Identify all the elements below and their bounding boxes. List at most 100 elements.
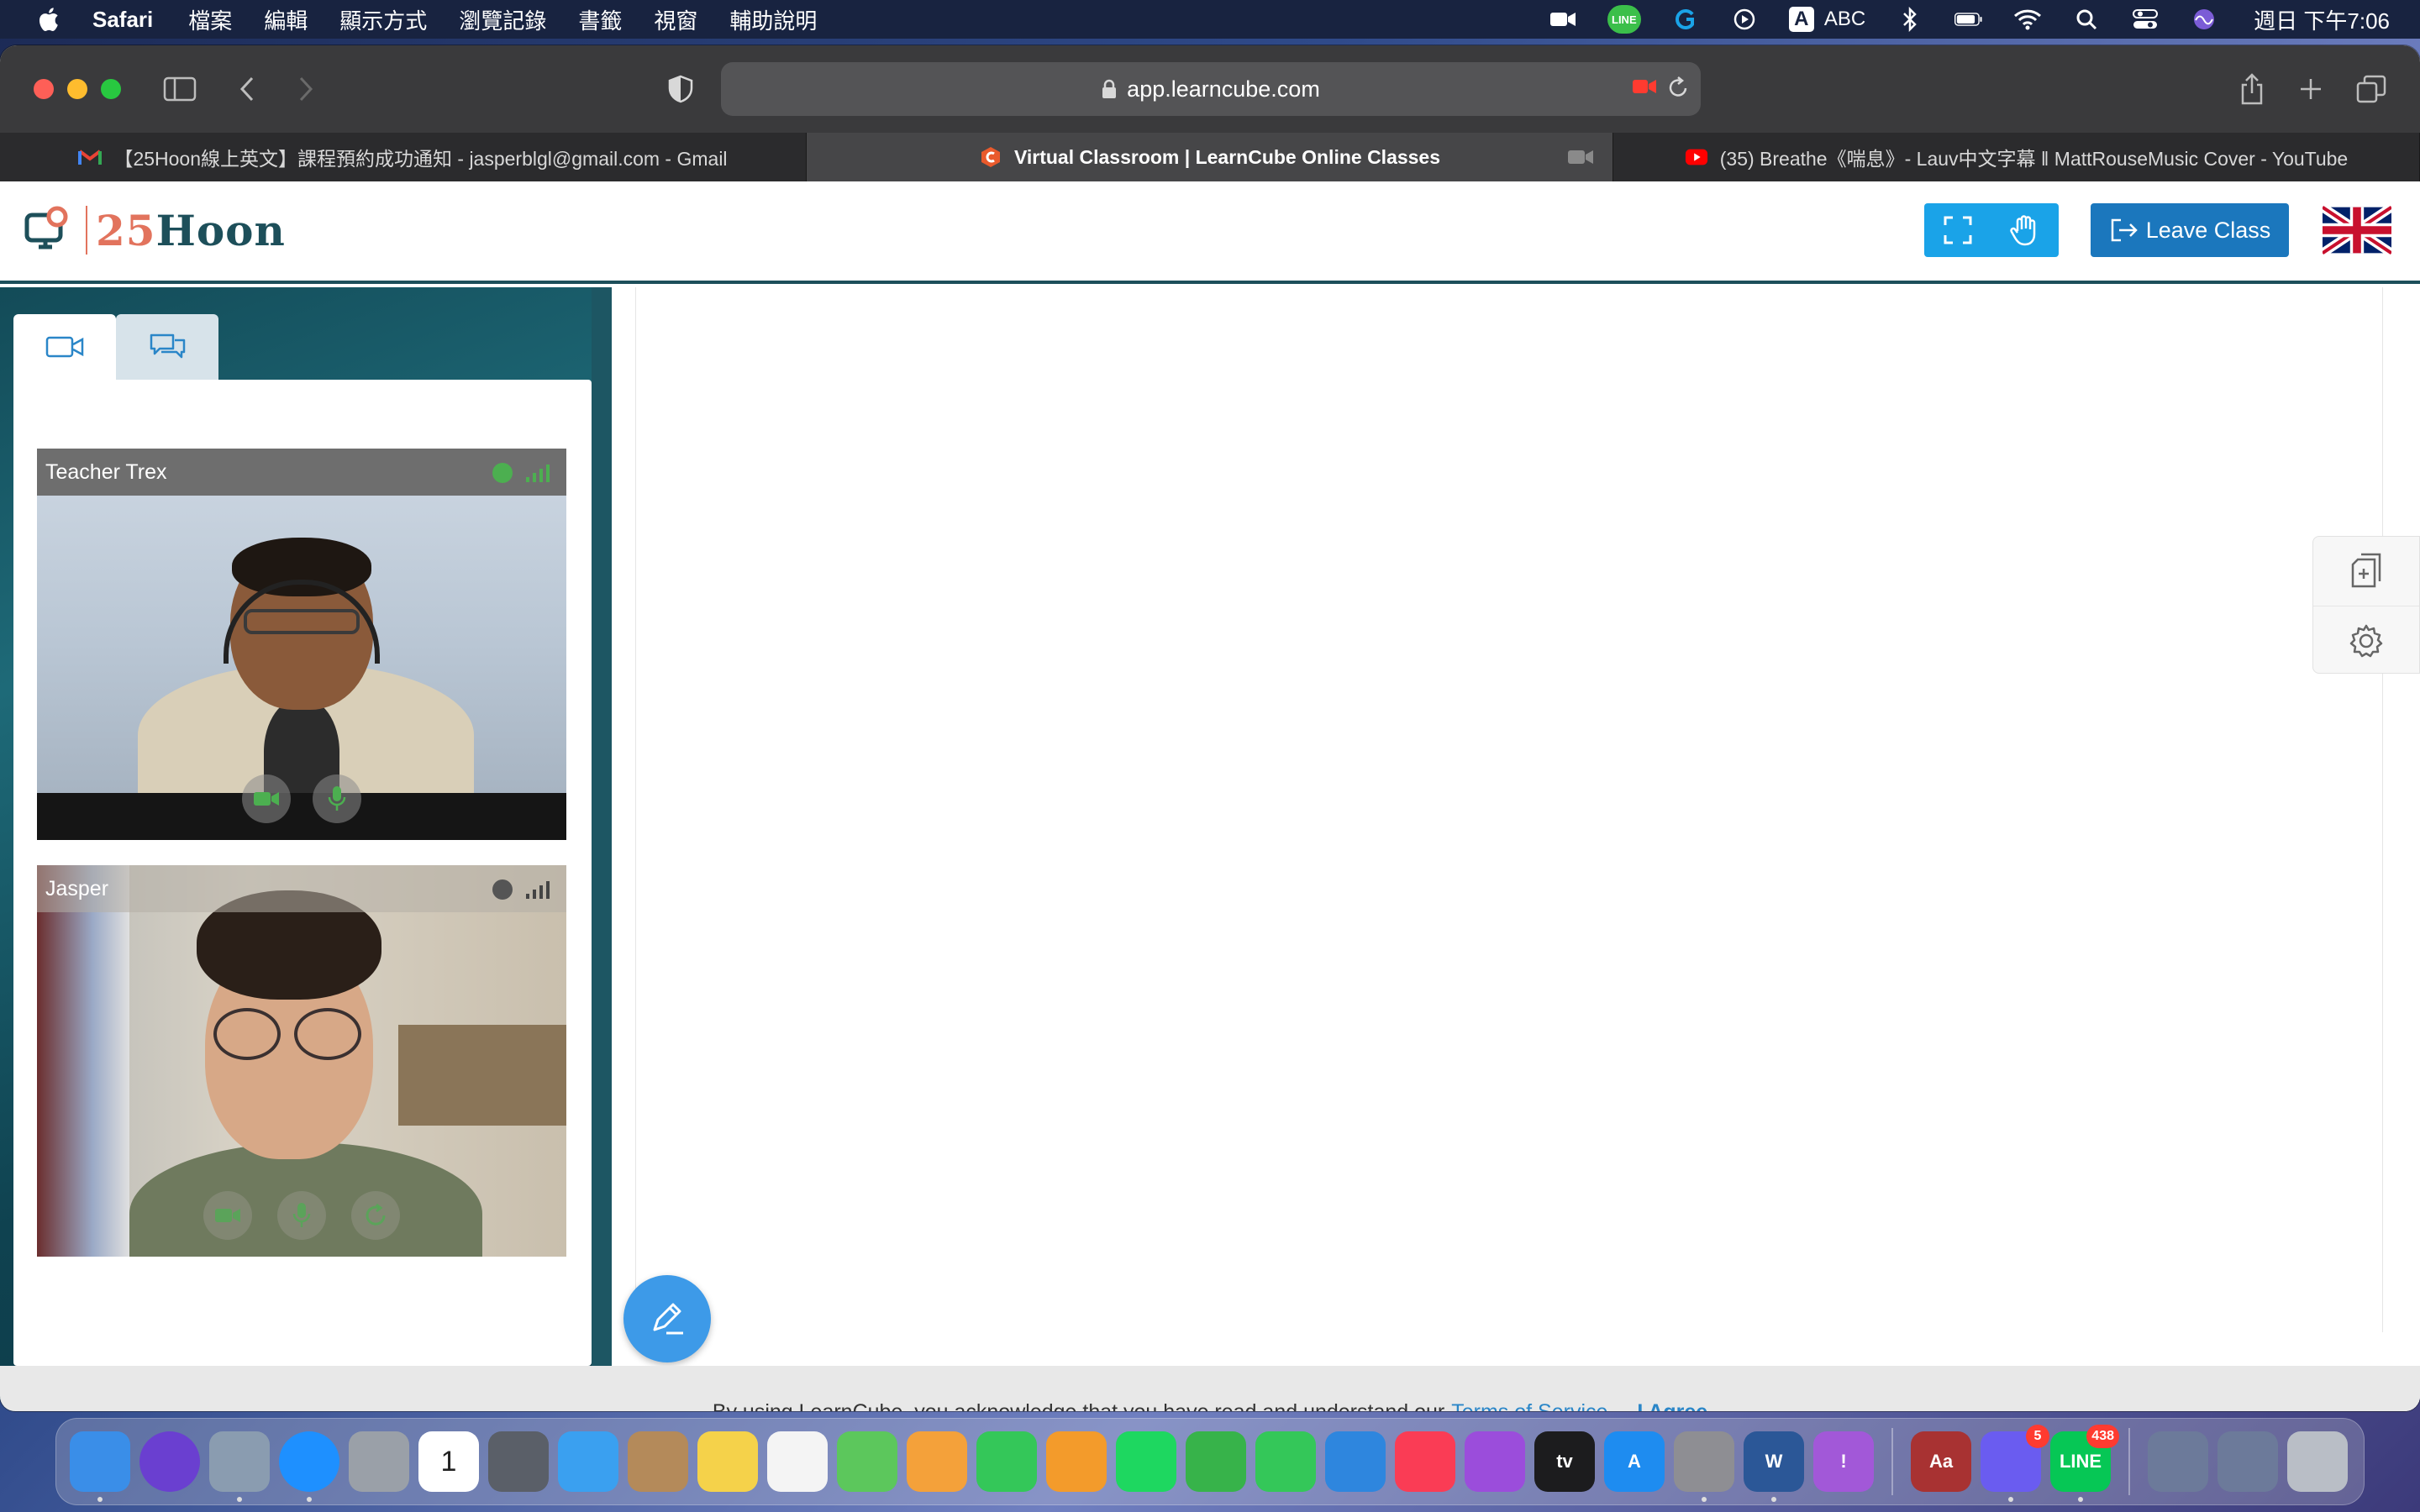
reload-icon[interactable] <box>1667 76 1689 99</box>
notes-icon[interactable] <box>697 1431 758 1492</box>
facetime-icon[interactable] <box>1255 1431 1316 1492</box>
line-icon[interactable]: LINE 438 <box>2050 1425 2119 1502</box>
safari-icon[interactable] <box>279 1431 339 1502</box>
feedback-icon[interactable]: ! <box>1813 1431 1874 1492</box>
line-status-icon[interactable]: LINE <box>1607 5 1641 34</box>
camera-in-use-icon[interactable] <box>1632 77 1657 96</box>
menu-help[interactable]: 輔助說明 <box>729 4 817 35</box>
address-bar[interactable]: app.learncube.com <box>721 62 1701 116</box>
messages-icon[interactable] <box>976 1431 1037 1492</box>
pages-icon[interactable] <box>1046 1431 1107 1492</box>
menu-history[interactable]: 瀏覽記錄 <box>459 4 546 35</box>
maps-icon[interactable] <box>837 1431 897 1492</box>
appletv-icon[interactable]: tv <box>1534 1431 1595 1492</box>
menu-window[interactable]: 視窗 <box>654 4 697 35</box>
whiteboard-canvas[interactable] <box>635 287 2383 1332</box>
back-icon[interactable] <box>229 71 266 108</box>
new-tab-icon[interactable] <box>2292 71 2329 108</box>
video-tile-student[interactable]: Jasper <box>37 865 566 1257</box>
video-icon <box>254 792 279 806</box>
menu-bar: Safari 檔案 編輯 顯示方式 瀏覽記錄 書籤 視窗 輔助說明 LINE A… <box>0 0 2420 39</box>
contacts-icon[interactable] <box>628 1431 688 1492</box>
dictionary-icon[interactable]: Aa <box>1911 1431 1971 1492</box>
photos-icon[interactable] <box>907 1431 967 1492</box>
leave-class-button[interactable]: Leave Class <box>2091 203 2289 257</box>
screenshot-icon[interactable] <box>2217 1431 2278 1492</box>
appstore-icon[interactable]: A <box>1604 1431 1665 1492</box>
app-menu-safari[interactable]: Safari <box>92 7 153 33</box>
numbers-icon[interactable] <box>1186 1431 1246 1492</box>
music-icon[interactable] <box>1395 1431 1455 1492</box>
add-page-button[interactable] <box>2313 537 2419 606</box>
input-method[interactable]: A ABC <box>1788 7 1865 32</box>
video-tile-teacher[interactable]: Teacher Trex <box>37 449 566 840</box>
camera-status-icon[interactable] <box>1549 7 1577 32</box>
wifi-icon[interactable] <box>2013 7 2042 32</box>
battery-icon[interactable] <box>1954 7 1983 32</box>
tab-youtube[interactable]: (35) Breathe《喘息》- Lauv中文字幕 ‖ MattRouseMu… <box>1613 133 2420 181</box>
terms-of-service-link[interactable]: Terms of Service. <box>1451 1400 1613 1412</box>
menu-view[interactable]: 顯示方式 <box>339 4 427 35</box>
tab-title: 【25Hoon線上英文】課程預約成功通知 - jasperblgl@gmail.… <box>113 148 728 170</box>
minimize-window-button[interactable] <box>67 79 87 99</box>
microphone-icon <box>292 1203 311 1227</box>
system-preferences-icon[interactable] <box>1674 1431 1734 1502</box>
bluetooth-icon[interactable] <box>1896 7 1924 32</box>
dock-item-label: A <box>1628 1451 1641 1472</box>
sidebar-toggle-icon[interactable] <box>161 71 198 108</box>
close-window-button[interactable] <box>34 79 54 99</box>
tab-learncube[interactable]: Virtual Classroom | LearnCube Online Cla… <box>807 133 1613 181</box>
menubar-clock[interactable]: 週日 下午7:06 <box>2254 4 2390 35</box>
zoom-window-button[interactable] <box>101 79 121 99</box>
calendar-icon[interactable]: 1 <box>418 1431 479 1492</box>
brand-word: Hoon <box>155 205 286 255</box>
forward-icon[interactable] <box>287 71 324 108</box>
drawing-tools-button[interactable] <box>623 1275 711 1362</box>
spotlight-search-icon[interactable] <box>2072 7 2101 32</box>
connection-status-dot <box>492 463 513 483</box>
podcasts-icon[interactable] <box>1465 1431 1525 1492</box>
fullscreen-icon[interactable] <box>1944 216 1972 244</box>
privacy-shield-icon[interactable] <box>662 71 699 108</box>
camera-toggle-button[interactable] <box>203 1191 252 1240</box>
running-indicator <box>2078 1497 2083 1502</box>
settings-button[interactable] <box>2313 606 2419 675</box>
camera-toggle-button[interactable] <box>242 774 291 823</box>
share-icon[interactable] <box>2233 71 2270 108</box>
grammarly-icon[interactable] <box>1671 7 1700 32</box>
messenger-icon[interactable]: 5 <box>1981 1425 2049 1502</box>
tab-video[interactable] <box>13 314 116 380</box>
switch-camera-button[interactable] <box>351 1191 400 1240</box>
quicktime-icon[interactable] <box>488 1431 549 1492</box>
microphone-toggle-button[interactable] <box>277 1191 326 1240</box>
menu-file[interactable]: 檔案 <box>188 4 232 35</box>
menu-edit[interactable]: 編輯 <box>264 4 308 35</box>
video-camera-icon <box>45 336 84 358</box>
uk-flag-language-icon[interactable] <box>2323 205 2391 255</box>
word-document-icon[interactable] <box>2148 1431 2208 1492</box>
signal-strength-icon <box>526 465 550 482</box>
microphone-toggle-button[interactable] <box>313 774 361 823</box>
word-icon[interactable]: W <box>1744 1431 1804 1502</box>
menu-bookmarks[interactable]: 書籤 <box>578 4 622 35</box>
launchpad-icon[interactable] <box>349 1431 409 1492</box>
apple-icon[interactable] <box>35 6 60 33</box>
leave-class-label: Leave Class <box>2145 217 2271 243</box>
trash-icon[interactable] <box>2287 1431 2348 1492</box>
preview-icon[interactable] <box>209 1431 270 1502</box>
siri-status-icon[interactable] <box>2190 7 2218 32</box>
finder-icon[interactable] <box>70 1431 130 1502</box>
brand-logo[interactable]: 25Hoon <box>24 205 286 255</box>
spotify-icon[interactable] <box>1116 1431 1176 1492</box>
tab-gmail[interactable]: 【25Hoon線上英文】課程預約成功通知 - jasperblgl@gmail.… <box>0 133 807 181</box>
raise-hand-icon[interactable] <box>2009 214 2040 246</box>
tab-overview-icon[interactable] <box>2353 71 2390 108</box>
control-center-icon[interactable] <box>2131 7 2160 32</box>
keynote-icon[interactable] <box>1325 1431 1386 1492</box>
tab-chat[interactable] <box>116 314 218 380</box>
siri-icon[interactable] <box>139 1431 200 1492</box>
mail-icon[interactable] <box>558 1431 618 1492</box>
agree-button[interactable]: I Agree <box>1637 1400 1707 1412</box>
play-circle-icon[interactable] <box>1730 7 1759 32</box>
reminders-icon[interactable] <box>767 1431 828 1492</box>
